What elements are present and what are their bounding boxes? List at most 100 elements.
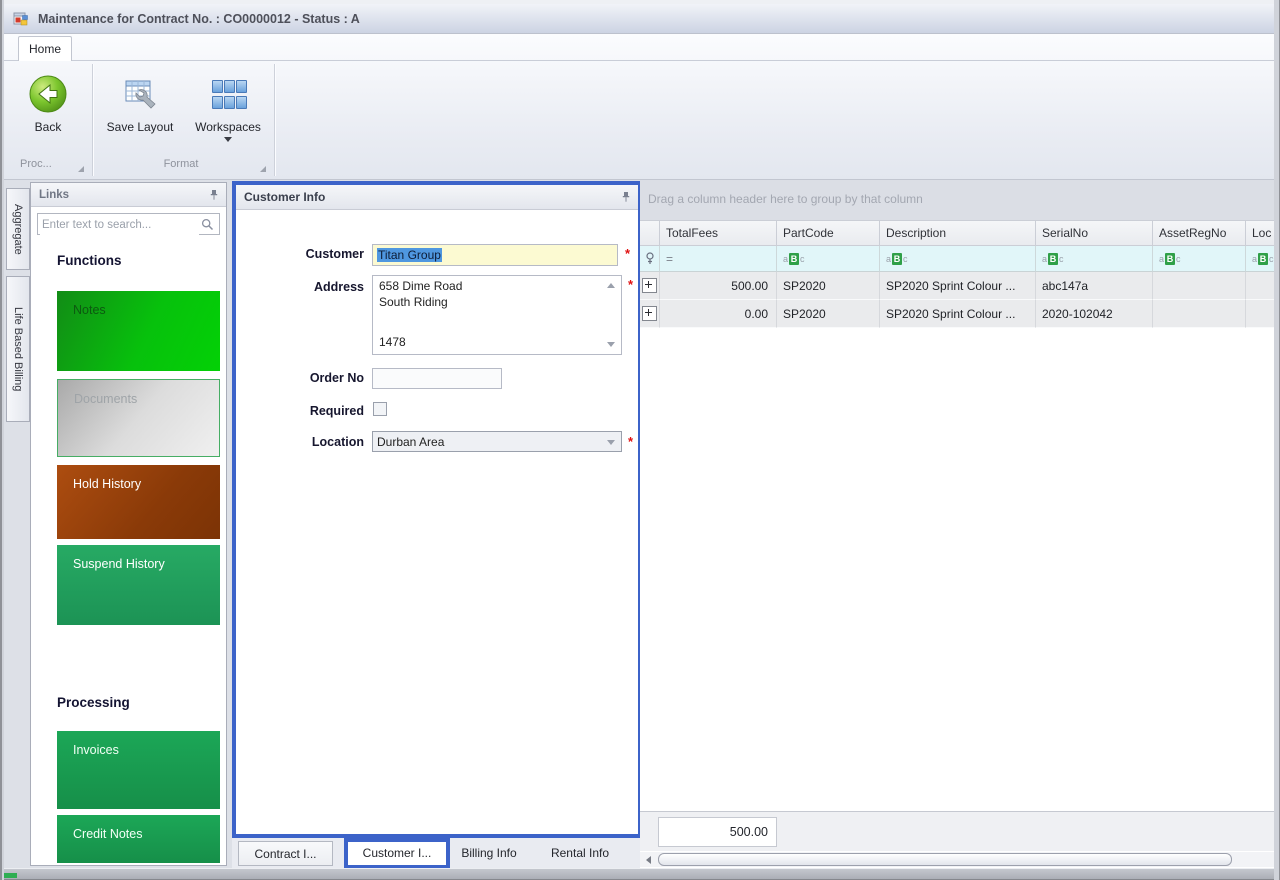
dialog-launcher-icon[interactable] — [78, 166, 84, 172]
filter-description[interactable]: aBc — [880, 246, 1036, 272]
links-panel-header: Links — [31, 183, 226, 207]
scroll-down-icon[interactable] — [607, 342, 615, 347]
credit-notes-button[interactable]: Credit Notes — [57, 815, 220, 863]
back-button[interactable]: Back — [16, 70, 80, 158]
customer-pin-icon[interactable] — [621, 191, 631, 206]
grid-row-2[interactable]: 0.00 SP2020 SP2020 Sprint Colour ... 202… — [640, 300, 1274, 328]
address-line-3: 1478 — [379, 335, 406, 349]
customer-input[interactable]: Titan Group — [372, 244, 618, 266]
address-textarea[interactable]: 658 Dime Road South Riding 1478 — [372, 275, 622, 355]
search-input[interactable] — [40, 215, 199, 235]
header-indicator — [640, 220, 660, 246]
scrollbar-left-arrow-icon[interactable] — [646, 856, 651, 864]
header-partcode[interactable]: PartCode — [777, 220, 880, 246]
cell-location[interactable] — [1246, 300, 1274, 328]
ribbon-group-process-label: Proc... — [20, 158, 52, 170]
group-by-panel[interactable]: Drag a column header here to group by th… — [640, 180, 1274, 220]
location-select[interactable]: Durban Area — [372, 431, 622, 452]
back-icon — [16, 70, 80, 118]
address-line-1: 658 Dime Road — [379, 279, 463, 293]
cell-totalfees[interactable]: 0.00 — [642, 300, 777, 328]
cell-totalfees[interactable]: 500.00 — [642, 272, 777, 300]
cell-location[interactable] — [1246, 272, 1274, 300]
scroll-up-icon[interactable] — [607, 283, 615, 288]
abc-filter-icon: aBc — [1042, 252, 1064, 265]
data-grid: Drag a column header here to group by th… — [640, 180, 1274, 868]
window-title: Maintenance for Contract No. : CO0000012… — [38, 12, 360, 26]
save-layout-label: Save Layout — [106, 120, 174, 134]
header-assetregno[interactable]: AssetRegNo — [1153, 220, 1246, 246]
header-description[interactable]: Description — [880, 220, 1036, 246]
suspend-history-button[interactable]: Suspend History — [57, 545, 220, 625]
abc-filter-icon: aBc — [1159, 252, 1181, 265]
cell-assetregno[interactable] — [1153, 300, 1246, 328]
customer-info-title: Customer Info — [244, 190, 326, 204]
application-window: Maintenance for Contract No. : CO0000012… — [0, 0, 1280, 880]
search-icon[interactable] — [201, 218, 214, 234]
links-panel: Links Functions Notes Documents Hold His… — [30, 182, 227, 866]
pin-icon[interactable] — [209, 189, 219, 204]
save-layout-icon — [100, 70, 180, 118]
tab-billing-info[interactable]: Billing Info — [456, 841, 522, 866]
required-marker-2: * — [628, 277, 634, 292]
filter-row-icon — [640, 246, 660, 272]
side-tab-aggregate[interactable]: Aggregate — [6, 188, 30, 270]
status-strip — [0, 868, 1280, 880]
location-label: Location — [311, 435, 364, 449]
invoices-button[interactable]: Invoices — [57, 731, 220, 809]
grid-summary-footer: 500.00 — [640, 811, 1274, 851]
header-serialno[interactable]: SerialNo — [1036, 220, 1153, 246]
ribbon: Home Back Save Layout Workspaces Proc...… — [4, 34, 1274, 180]
tab-rental-info[interactable]: Rental Info — [544, 841, 616, 866]
main-area: Aggregate Life Based Billing Links Funct… — [4, 180, 1276, 869]
documents-button[interactable]: Documents — [57, 379, 220, 457]
status-progress-fragment — [2, 873, 17, 878]
links-search-box — [37, 213, 220, 235]
customer-input-selected-text: Titan Group — [377, 248, 442, 262]
tab-customer-info[interactable]: Customer I... — [344, 838, 450, 869]
tab-contract-info[interactable]: Contract I... — [238, 841, 333, 866]
filter-serialno[interactable]: aBc — [1036, 246, 1153, 272]
side-tab-life-based-billing[interactable]: Life Based Billing — [6, 276, 30, 422]
notes-button[interactable]: Notes — [57, 291, 220, 371]
required-checkbox[interactable] — [373, 402, 387, 416]
order-no-input[interactable] — [372, 368, 502, 389]
hold-history-button[interactable]: Hold History — [57, 465, 220, 539]
header-location[interactable]: Loc — [1246, 220, 1274, 246]
tab-home[interactable]: Home — [18, 36, 72, 61]
functions-heading: Functions — [57, 253, 122, 268]
processing-heading: Processing — [57, 695, 130, 710]
scrollbar-thumb[interactable] — [658, 853, 1232, 866]
totalfees-summary: 500.00 — [658, 817, 777, 847]
save-layout-button[interactable]: Save Layout — [100, 70, 180, 158]
abc-filter-icon: aBc — [886, 252, 908, 265]
ribbon-tabline — [4, 60, 1274, 61]
dialog-launcher-icon-2[interactable] — [260, 166, 266, 172]
location-value: Durban Area — [377, 435, 445, 449]
cell-assetregno[interactable] — [1153, 272, 1246, 300]
combo-dropdown-icon[interactable] — [607, 440, 615, 445]
cell-serialno[interactable]: abc147a — [1036, 272, 1153, 300]
grid-header-row: TotalFees PartCode Description SerialNo … — [640, 220, 1274, 246]
ribbon-group-format-label: Format — [163, 158, 199, 170]
required-marker-3: * — [628, 434, 634, 449]
horizontal-scrollbar[interactable] — [640, 852, 1274, 867]
cell-partcode[interactable]: SP2020 — [777, 272, 880, 300]
cell-serialno[interactable]: 2020-102042 — [1036, 300, 1153, 328]
filter-location[interactable]: aBc — [1246, 246, 1274, 272]
back-label: Back — [34, 120, 62, 134]
header-totalfees[interactable]: TotalFees — [660, 220, 777, 246]
customer-info-panel: Customer Info Customer Titan Group * Add… — [232, 181, 642, 838]
customer-panel-tabstrip: Contract I... Customer I... Billing Info… — [232, 838, 642, 869]
workspaces-button[interactable]: Workspaces — [184, 70, 272, 158]
cell-description[interactable]: SP2020 Sprint Colour ... — [880, 300, 1036, 328]
grid-filter-row: = aBc aBc aBc aBc aBc — [640, 246, 1274, 272]
cell-description[interactable]: SP2020 Sprint Colour ... — [880, 272, 1036, 300]
grid-row-1[interactable]: 500.00 SP2020 SP2020 Sprint Colour ... a… — [640, 272, 1274, 300]
customer-info-header: Customer Info — [236, 185, 638, 210]
filter-partcode[interactable]: aBc — [777, 246, 880, 272]
filter-assetregno[interactable]: aBc — [1153, 246, 1246, 272]
filter-totalfees[interactable]: = — [660, 246, 777, 272]
cell-partcode[interactable]: SP2020 — [777, 300, 880, 328]
links-panel-title: Links — [39, 189, 70, 201]
